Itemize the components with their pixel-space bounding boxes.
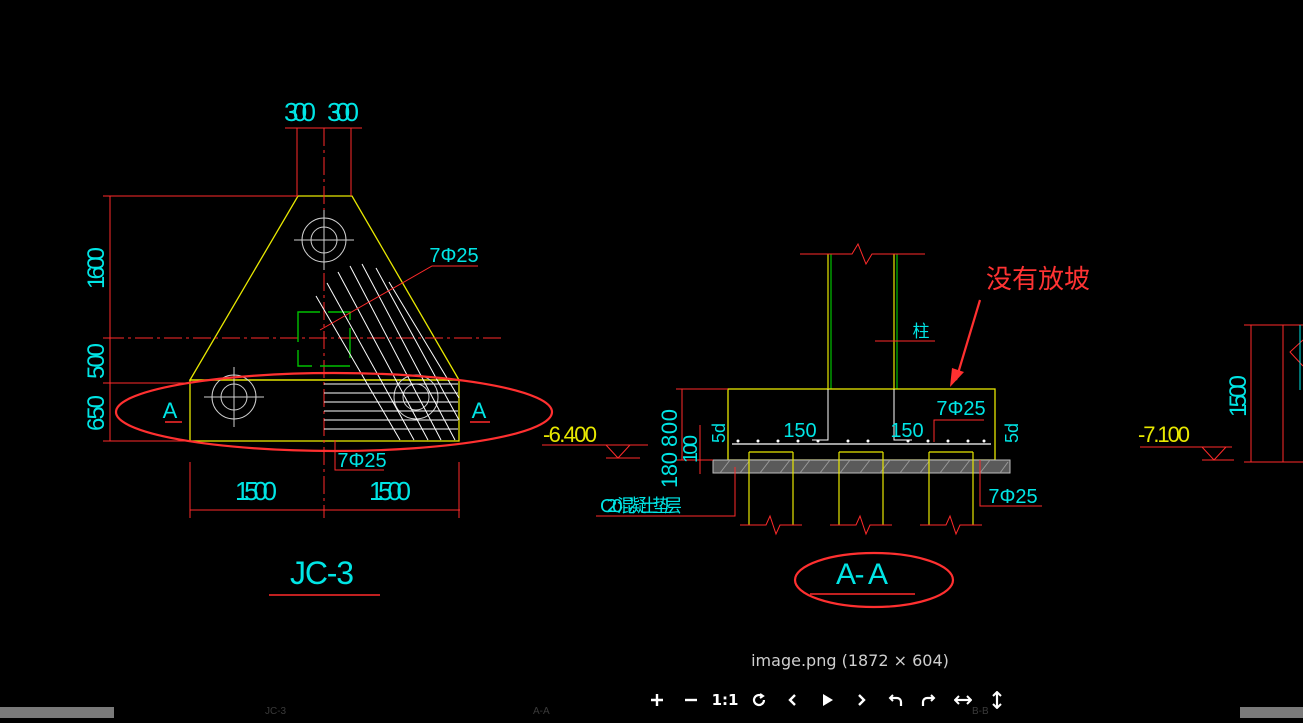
next-button[interactable]	[844, 686, 878, 714]
rebar-diagonal	[315, 263, 460, 441]
dim-650: 650	[83, 395, 110, 431]
section-mark-right: A	[472, 398, 487, 423]
elevation-left: -6.400	[543, 422, 597, 447]
break-line	[800, 242, 925, 266]
dim-5d-right: 5d	[1002, 423, 1022, 443]
rebar-label-plan-top: 7Φ25	[429, 245, 478, 267]
chevron-left-icon	[788, 694, 796, 706]
annotation-text: 没有放坡	[986, 265, 1090, 295]
elevation-marker	[1201, 446, 1227, 461]
image-caption: image.png (1872 × 604)	[751, 651, 949, 670]
elevation-marker	[605, 444, 631, 459]
rebar-label-plan-bottom: 7Φ25	[337, 450, 386, 472]
prev-button[interactable]	[776, 686, 810, 714]
dim-1600: 1600	[83, 247, 110, 289]
thumb-label-b: A-A	[533, 706, 550, 717]
viewer-toolbar: 1:1	[640, 686, 1014, 714]
cushion-label: C20混凝土垫层	[600, 496, 682, 517]
dim-top-left: 300	[284, 97, 316, 127]
cad-drawing-canvas: 300 300 1600 500 650 1500 1500 7Φ25 7Φ25…	[83, 97, 1303, 609]
dim-150-left: 150	[783, 420, 816, 442]
dim-5d-left: 5d	[709, 423, 729, 443]
reset-button[interactable]	[742, 686, 776, 714]
column-label: 柱	[913, 322, 930, 342]
break-line	[1289, 339, 1303, 367]
elevation-right: -7.100	[1138, 422, 1190, 447]
one-to-one-icon: 1:1	[711, 691, 739, 709]
dim-500: 500	[83, 343, 110, 379]
rotate-right-icon	[921, 694, 936, 706]
cad-drawing-view: 300 300 1600 500 650 1500 1500 7Φ25 7Φ25…	[0, 0, 1303, 718]
actual-size-button[interactable]: 1:1	[708, 686, 742, 714]
dim-180: 180	[657, 452, 682, 488]
dim-150-right: 150	[890, 420, 923, 442]
rotate-left-icon	[888, 694, 903, 706]
refresh-icon	[752, 693, 766, 707]
dim-right-1500: 1500	[1225, 375, 1252, 417]
section-view-aa: 柱 5d 5d 150 150 7Φ25 800 180 100 -6.400 …	[542, 242, 1090, 609]
zoom-in-button[interactable]	[640, 686, 674, 714]
flip-vertical-icon	[992, 691, 1002, 709]
plus-icon	[651, 694, 663, 706]
dim-800: 800	[657, 409, 682, 447]
pile-symbol-top	[294, 210, 354, 270]
annotation-arrow-line	[954, 299, 982, 381]
annotation-ellipse-plan	[114, 371, 554, 453]
annotation-arrow-head	[950, 368, 964, 387]
section-title: A- A	[836, 558, 888, 591]
play-button[interactable]	[810, 686, 844, 714]
dim-bottom-right: 1500	[369, 476, 411, 506]
rebar-dots	[736, 439, 986, 443]
dim-100: 100	[680, 435, 702, 463]
play-icon	[823, 694, 833, 706]
rebar-label-aa-bottom: 7Φ25	[988, 486, 1037, 508]
rotate-right-button[interactable]	[912, 686, 946, 714]
rebar-horizontal	[324, 383, 458, 430]
pile-breaks	[740, 514, 982, 536]
plan-view-jc3: 300 300 1600 500 650 1500 1500 7Φ25 7Φ25…	[83, 97, 554, 596]
pile-symbol-right	[393, 374, 439, 420]
zoom-out-button[interactable]	[674, 686, 708, 714]
rebar-label-aa-top: 7Φ25	[936, 398, 985, 420]
rotate-left-button[interactable]	[878, 686, 912, 714]
thumb-label-c: B-B	[972, 706, 989, 717]
chevron-right-icon	[858, 694, 866, 706]
plan-title: JC-3	[290, 555, 354, 591]
dim-bottom-left: 1500	[235, 476, 277, 506]
partial-view-right: -7.100 1500	[1138, 324, 1303, 463]
rebar-leader	[933, 419, 984, 442]
viewer-edge-left	[0, 707, 114, 718]
thumb-label-a: JC-3	[265, 706, 287, 717]
section-mark-left: A	[163, 398, 178, 423]
minus-icon	[685, 698, 697, 702]
dim-top-right: 300	[327, 97, 359, 127]
flip-horizontal-icon	[954, 695, 972, 705]
viewer-edge-right	[1240, 707, 1303, 718]
